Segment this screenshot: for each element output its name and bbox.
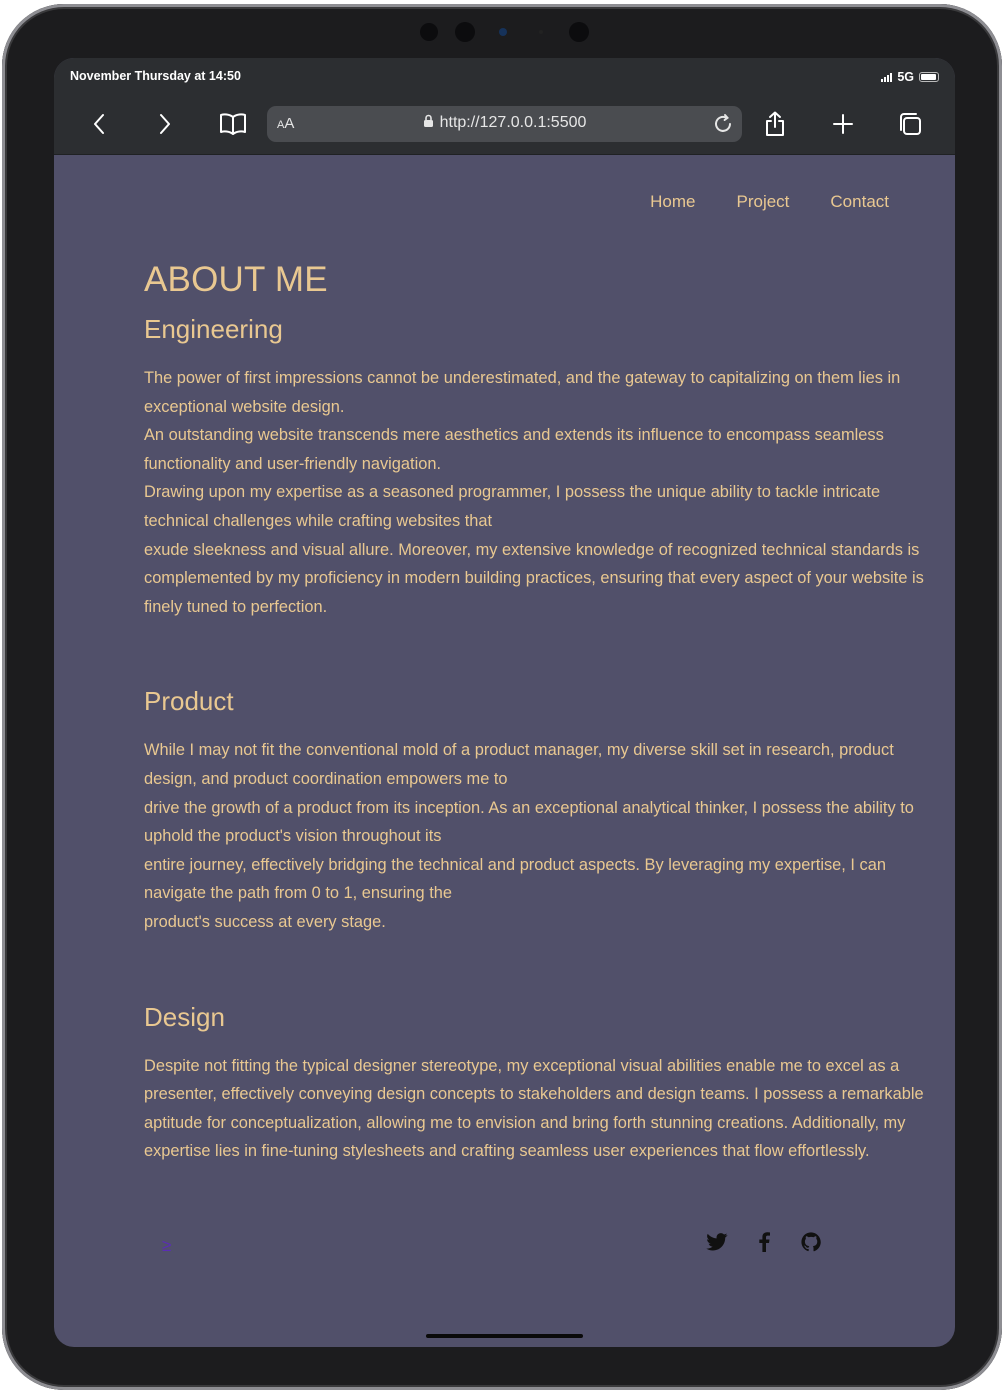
tabs-overview-button[interactable] xyxy=(892,106,928,142)
ambient-sensor xyxy=(539,30,543,34)
section-body: The power of first impressions cannot be… xyxy=(144,364,944,621)
address-bar[interactable]: AA http://127.0.0.1:5500 xyxy=(267,106,742,142)
social-links xyxy=(703,1230,825,1254)
github-link[interactable] xyxy=(797,1230,825,1254)
section-design: Design Despite not fitting the typical d… xyxy=(144,1001,944,1166)
chevron-right-icon xyxy=(160,114,170,134)
footer-logo-mark: ≥ xyxy=(162,1236,172,1255)
page-title: ABOUT ME xyxy=(144,260,328,299)
body-line: entire journey, effectively bridging the… xyxy=(144,855,886,903)
body-line: exude sleekness and visual allure. Moreo… xyxy=(144,540,924,616)
section-body: While I may not fit the conventional mol… xyxy=(144,736,944,936)
tablet-frame: November Thursday at 14:50 5G AA http://… xyxy=(2,4,1002,1390)
body-line: The power of first impressions cannot be… xyxy=(144,369,901,416)
status-indicators: 5G xyxy=(881,70,939,84)
status-time: November Thursday at 14:50 xyxy=(70,69,241,83)
browser-toolbar: November Thursday at 14:50 5G AA http://… xyxy=(54,58,955,155)
camera-array xyxy=(414,21,594,43)
camera-sensor xyxy=(499,28,507,36)
body-line: product's success at every stage. xyxy=(144,912,386,931)
camera-lens xyxy=(455,22,475,42)
camera-lens xyxy=(569,22,589,42)
back-button[interactable] xyxy=(81,106,117,142)
share-icon xyxy=(766,111,784,136)
section-heading: Engineering xyxy=(144,314,283,344)
url-text: http://127.0.0.1:5500 xyxy=(439,114,587,131)
body-line: An outstanding website transcends mere a… xyxy=(144,426,884,473)
facebook-icon xyxy=(759,1232,770,1252)
new-tab-button[interactable] xyxy=(825,106,861,142)
reload-icon xyxy=(715,114,731,132)
about-content: ABOUT ME Engineering The power of first … xyxy=(144,259,944,1166)
section-body: Despite not fitting the typical designer… xyxy=(144,1052,944,1166)
nav-home[interactable]: Home xyxy=(650,192,695,212)
reload-button[interactable] xyxy=(712,113,734,140)
body-line: Despite not fitting the typical designer… xyxy=(144,1056,924,1161)
github-icon xyxy=(801,1232,821,1252)
facebook-link[interactable] xyxy=(750,1230,778,1254)
signal-icon xyxy=(881,72,893,82)
share-button[interactable] xyxy=(757,106,793,142)
twitter-icon xyxy=(706,1233,728,1251)
section-heading: Design xyxy=(144,1001,225,1032)
section-heading: Product xyxy=(144,686,234,717)
site-nav: Home Project Contact xyxy=(650,192,889,212)
body-line: While I may not fit the conventional mol… xyxy=(144,741,894,788)
forward-button[interactable] xyxy=(147,106,183,142)
twitter-link[interactable] xyxy=(703,1230,731,1254)
chevron-left-icon xyxy=(94,114,104,134)
tabs-icon xyxy=(900,113,921,135)
section-product: Product While I may not fit the conventi… xyxy=(144,685,944,936)
web-page: Home Project Contact ABOUT ME Engineerin… xyxy=(54,154,955,1347)
book-icon xyxy=(220,113,246,135)
url-display: http://127.0.0.1:5500 xyxy=(267,114,742,132)
battery-icon xyxy=(919,72,939,82)
home-indicator xyxy=(426,1334,583,1338)
body-line: Drawing upon my expertise as a seasoned … xyxy=(144,483,881,530)
camera-lens xyxy=(420,23,438,41)
screen: November Thursday at 14:50 5G AA http://… xyxy=(54,58,955,1347)
plus-icon xyxy=(833,114,853,134)
nav-project[interactable]: Project xyxy=(736,192,789,212)
bookmarks-button[interactable] xyxy=(215,106,251,142)
section-engineering: Engineering The power of first impressio… xyxy=(144,313,944,621)
network-label: 5G xyxy=(897,70,914,84)
lock-icon xyxy=(423,114,433,127)
nav-contact[interactable]: Contact xyxy=(830,192,889,212)
body-line: drive the growth of a product from its i… xyxy=(144,798,914,846)
